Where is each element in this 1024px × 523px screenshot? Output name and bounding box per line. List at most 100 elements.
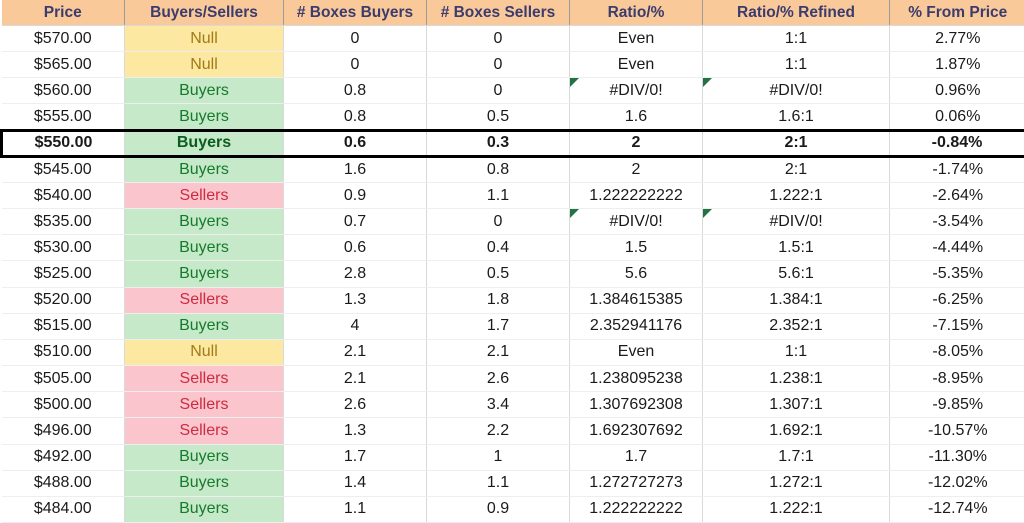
table-row[interactable]: $555.00 Buyers 0.8 0.5 1.6 1.6:1 0.06% xyxy=(1,103,1024,131)
cell-ratio[interactable]: 2.352941176 xyxy=(569,313,703,340)
cell-boxes-buyers[interactable]: 0.9 xyxy=(283,182,427,210)
cell-ratio-refined[interactable]: 1.692:1 xyxy=(702,417,890,445)
cell-ratio[interactable]: 1.222222222 xyxy=(569,182,703,210)
cell-pct-from-price[interactable]: 0.96% xyxy=(889,77,1024,105)
cell-ratio[interactable]: 1.222222222 xyxy=(569,496,703,523)
cell-price[interactable]: $570.00 xyxy=(1,25,125,53)
cell-side[interactable]: Buyers xyxy=(124,103,284,131)
cell-ratio[interactable]: 5.6 xyxy=(569,260,703,288)
cell-boxes-sellers[interactable]: 2.2 xyxy=(426,417,570,445)
cell-price[interactable]: $492.00 xyxy=(1,444,125,471)
cell-ratio[interactable]: 1.384615385 xyxy=(569,287,703,314)
cell-ratio-refined[interactable]: 5.6:1 xyxy=(702,260,890,288)
cell-side[interactable]: Buyers xyxy=(124,128,284,158)
cell-side[interactable]: Sellers xyxy=(124,391,284,419)
table-row[interactable]: $488.00 Buyers 1.4 1.1 1.272727273 1.272:1 -12… xyxy=(1,470,1024,497)
cell-boxes-sellers[interactable]: 2.1 xyxy=(426,339,570,367)
column-header-buyers-sellers[interactable]: Buyers/Sellers xyxy=(124,0,284,26)
cell-ratio-refined[interactable]: 1.307:1 xyxy=(702,391,890,419)
cell-price[interactable]: $560.00 xyxy=(1,77,125,105)
cell-boxes-sellers[interactable]: 0 xyxy=(426,208,570,236)
table-row[interactable]: $560.00 Buyers 0.8 0 #DIV/0! #DIV/0! 0.96% xyxy=(1,77,1024,105)
cell-boxes-sellers[interactable]: 0.4 xyxy=(426,234,570,262)
table-row[interactable]: $520.00 Sellers 1.3 1.8 1.384615385 1.384:1 -6… xyxy=(1,287,1024,314)
table-row[interactable]: $565.00 Null 0 0 Even 1:1 1.87% xyxy=(1,51,1024,79)
cell-boxes-buyers[interactable]: 1.7 xyxy=(283,444,427,471)
cell-pct-from-price[interactable]: -5.35% xyxy=(889,260,1024,288)
cell-ratio[interactable]: 1.5 xyxy=(569,234,703,262)
cell-boxes-buyers[interactable]: 0.6 xyxy=(283,234,427,262)
cell-pct-from-price[interactable]: 1.87% xyxy=(889,51,1024,79)
cell-pct-from-price[interactable]: -11.30% xyxy=(889,444,1024,471)
cell-pct-from-price[interactable]: 2.77% xyxy=(889,25,1024,53)
column-header-boxes-sellers[interactable]: # Boxes Sellers xyxy=(426,0,570,26)
cell-price[interactable]: $505.00 xyxy=(1,365,125,393)
table-row[interactable]: $530.00 Buyers 0.6 0.4 1.5 1.5:1 -4.44% xyxy=(1,234,1024,262)
cell-ratio[interactable]: 2 xyxy=(569,128,703,158)
cell-price[interactable]: $488.00 xyxy=(1,470,125,497)
cell-boxes-sellers[interactable]: 1.7 xyxy=(426,313,570,340)
cell-boxes-sellers[interactable]: 1.1 xyxy=(426,182,570,210)
cell-pct-from-price[interactable]: -0.84% xyxy=(889,128,1024,158)
cell-ratio-refined[interactable]: 1:1 xyxy=(702,339,890,367)
cell-ratio-refined[interactable]: #DIV/0! xyxy=(702,208,890,236)
cell-ratio-refined[interactable]: 1.222:1 xyxy=(702,182,890,210)
cell-side[interactable]: Buyers xyxy=(124,234,284,262)
cell-side[interactable]: Buyers xyxy=(124,470,284,497)
cell-boxes-sellers[interactable]: 1.1 xyxy=(426,470,570,497)
column-header-ratio[interactable]: Ratio/% xyxy=(569,0,703,26)
cell-boxes-sellers[interactable]: 0 xyxy=(426,51,570,79)
cell-side[interactable]: Buyers xyxy=(124,77,284,105)
cell-boxes-sellers[interactable]: 1 xyxy=(426,444,570,471)
cell-boxes-buyers[interactable]: 2.6 xyxy=(283,391,427,419)
cell-side[interactable]: Buyers xyxy=(124,496,284,523)
cell-boxes-sellers[interactable]: 0 xyxy=(426,77,570,105)
cell-price[interactable]: $525.00 xyxy=(1,260,125,288)
cell-pct-from-price[interactable]: -3.54% xyxy=(889,208,1024,236)
cell-price[interactable]: $500.00 xyxy=(1,391,125,419)
cell-side[interactable]: Buyers xyxy=(124,208,284,236)
cell-ratio-refined[interactable]: 1:1 xyxy=(702,51,890,79)
cell-price[interactable]: $484.00 xyxy=(1,496,125,523)
cell-side[interactable]: Buyers xyxy=(124,313,284,340)
cell-price[interactable]: $530.00 xyxy=(1,234,125,262)
cell-price[interactable]: $515.00 xyxy=(1,313,125,340)
cell-pct-from-price[interactable]: -6.25% xyxy=(889,287,1024,314)
cell-price[interactable]: $535.00 xyxy=(1,208,125,236)
cell-side[interactable]: Sellers xyxy=(124,365,284,393)
cell-ratio[interactable]: Even xyxy=(569,339,703,367)
cell-boxes-buyers[interactable]: 1.6 xyxy=(283,156,427,183)
cell-price[interactable]: $545.00 xyxy=(1,156,125,183)
cell-pct-from-price[interactable]: -8.05% xyxy=(889,339,1024,367)
cell-ratio[interactable]: 1.7 xyxy=(569,444,703,471)
cell-boxes-buyers[interactable]: 0 xyxy=(283,51,427,79)
cell-side[interactable]: Null xyxy=(124,25,284,53)
cell-side[interactable]: Null xyxy=(124,339,284,367)
cell-side[interactable]: Buyers xyxy=(124,260,284,288)
cell-price[interactable]: $550.00 xyxy=(0,128,125,158)
table-row[interactable]: $515.00 Buyers 4 1.7 2.352941176 2.352:1 -7.15… xyxy=(1,313,1024,340)
cell-pct-from-price[interactable]: -7.15% xyxy=(889,313,1024,340)
cell-price[interactable]: $520.00 xyxy=(1,287,125,314)
cell-pct-from-price[interactable]: -10.57% xyxy=(889,417,1024,445)
cell-boxes-buyers[interactable]: 1.4 xyxy=(283,470,427,497)
cell-pct-from-price[interactable]: -9.85% xyxy=(889,391,1024,419)
column-header-price[interactable]: Price xyxy=(1,0,125,26)
cell-ratio-refined[interactable]: 2.352:1 xyxy=(702,313,890,340)
table-row[interactable]: $500.00 Sellers 2.6 3.4 1.307692308 1.307:1 -9… xyxy=(1,391,1024,419)
cell-pct-from-price[interactable]: -2.64% xyxy=(889,182,1024,210)
cell-boxes-sellers[interactable]: 2.6 xyxy=(426,365,570,393)
cell-boxes-sellers[interactable]: 0.5 xyxy=(426,103,570,131)
table-row[interactable]: $496.00 Sellers 1.3 2.2 1.692307692 1.692:1 -1… xyxy=(1,417,1024,445)
cell-boxes-sellers[interactable]: 0.8 xyxy=(426,156,570,183)
cell-ratio-refined[interactable]: 1.5:1 xyxy=(702,234,890,262)
cell-pct-from-price[interactable]: 0.06% xyxy=(889,103,1024,131)
cell-pct-from-price[interactable]: -4.44% xyxy=(889,234,1024,262)
cell-price[interactable]: $496.00 xyxy=(1,417,125,445)
cell-ratio[interactable]: #DIV/0! xyxy=(569,208,703,236)
column-header-pct-from-price[interactable]: % From Price xyxy=(889,0,1024,26)
column-header-ratio-refined[interactable]: Ratio/% Refined xyxy=(702,0,890,26)
cell-ratio-refined[interactable]: 1.384:1 xyxy=(702,287,890,314)
table-row[interactable]: $484.00 Buyers 1.1 0.9 1.222222222 1.222:1 -12… xyxy=(1,496,1024,523)
cell-pct-from-price[interactable]: -8.95% xyxy=(889,365,1024,393)
